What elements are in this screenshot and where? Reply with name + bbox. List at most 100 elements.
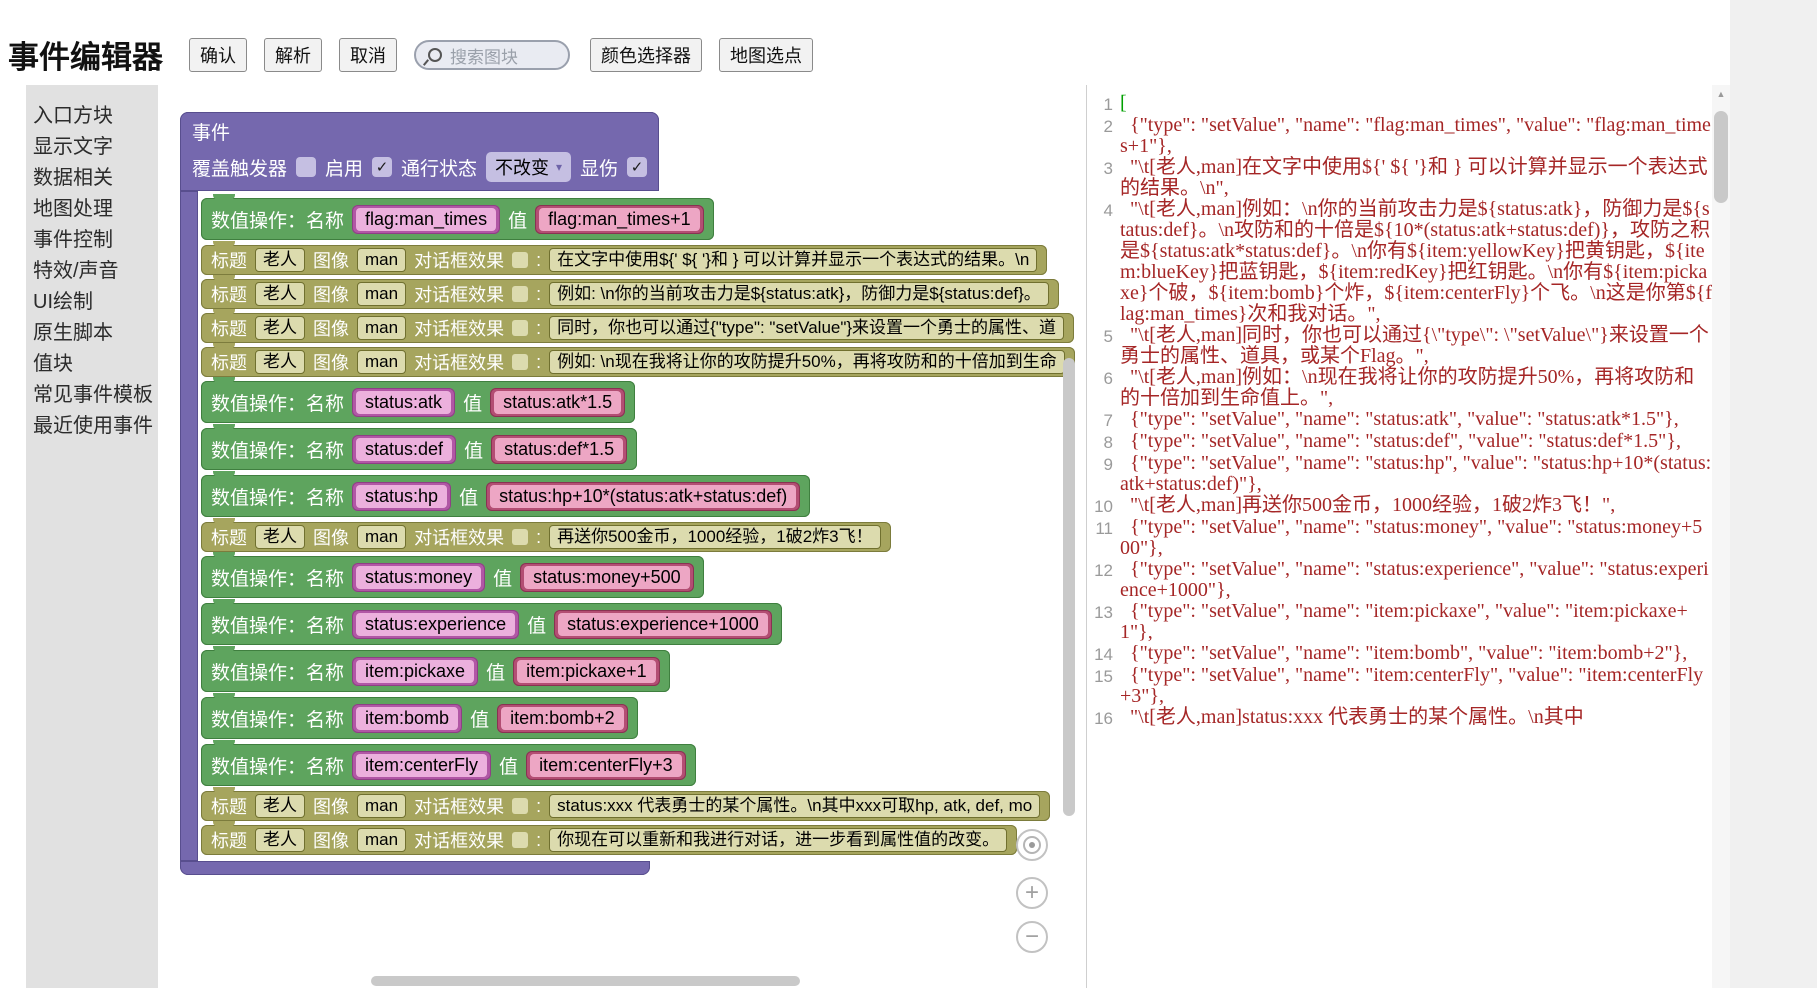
block-text-row[interactable]: 标题老人图像man对话框效果:你现在可以重新和我进行对话，进一步看到属性值的改变… [201, 825, 1017, 855]
pass-state-dropdown[interactable]: 不改变 ▾ [486, 152, 571, 182]
name-field[interactable]: status:hp [352, 482, 451, 511]
name-field[interactable]: status:money [352, 563, 485, 592]
text-field[interactable]: 同时，你也可以通过{"type": "setValue"}来设置一个勇士的属性、… [549, 316, 1064, 340]
value-field[interactable]: flag:man_times+1 [535, 205, 704, 234]
name-field[interactable]: flag:man_times [352, 205, 500, 234]
scroll-up-icon[interactable]: ▲ [1712, 85, 1730, 103]
sidebar-item[interactable]: 最近使用事件 [26, 411, 158, 442]
name-field[interactable]: item:pickaxe [352, 657, 478, 686]
title-field[interactable]: 老人 [255, 350, 305, 374]
line-number: 6 [1087, 367, 1120, 409]
block-text-row[interactable]: 标题老人图像man对话框效果:再送你500金币，1000经验，1破2炸3飞！ [201, 522, 891, 552]
value-field[interactable]: status:hp+10*(status:atk+status:def) [486, 482, 800, 511]
cancel-button[interactable]: 取消 [339, 38, 397, 72]
minus-icon: − [1025, 923, 1039, 951]
event-block[interactable]: 事件 覆盖触发器 启用 ✓ 通行状态 不改变 ▾ 显伤 ✓ 数值操作：名称fla… [180, 112, 1075, 875]
name-field-text: status:atk [356, 391, 451, 414]
text-field[interactable]: 例如: \n你的当前攻击力是${status:atk}，防御力是${status… [549, 282, 1049, 306]
block-setvalue-row[interactable]: 数值操作：名称item:bomb值item:bomb+2 [201, 697, 638, 739]
block-setvalue-row[interactable]: 数值操作：名称status:hp值status:hp+10*(status:at… [201, 475, 810, 517]
sidebar-item[interactable]: 事件控制 [26, 225, 158, 256]
block-text-row[interactable]: 标题老人图像man对话框效果:status:xxx 代表勇士的某个属性。\n其中… [201, 791, 1050, 821]
dialog-effect-checkbox[interactable] [512, 320, 528, 336]
text-field[interactable]: 在文字中使用${' ${ '}和 } 可以计算并显示一个表达式的结果。\n [549, 248, 1037, 272]
title-field[interactable]: 老人 [255, 316, 305, 340]
sidebar-item[interactable]: 入口方块 [26, 101, 158, 132]
title-field[interactable]: 老人 [255, 282, 305, 306]
block-workspace[interactable]: 事件 覆盖触发器 启用 ✓ 通行状态 不改变 ▾ 显伤 ✓ 数值操作：名称fla… [158, 85, 1086, 988]
dialog-effect-checkbox[interactable] [512, 529, 528, 545]
block-text-row[interactable]: 标题老人图像man对话框效果:同时，你也可以通过{"type": "setVal… [201, 313, 1074, 343]
show-damage-checkbox[interactable]: ✓ [627, 157, 647, 177]
block-setvalue-row[interactable]: 数值操作：名称item:pickaxe值item:pickaxe+1 [201, 650, 670, 692]
map-pick-button[interactable]: 地图选点 [719, 38, 813, 72]
name-field[interactable]: item:centerFly [352, 751, 491, 780]
image-field[interactable]: man [357, 350, 406, 374]
event-block-header[interactable]: 事件 覆盖触发器 启用 ✓ 通行状态 不改变 ▾ 显伤 ✓ [180, 112, 659, 191]
dialog-effect-checkbox[interactable] [512, 798, 528, 814]
zoom-reset-button[interactable] [1016, 829, 1048, 861]
sidebar-item[interactable]: 数据相关 [26, 163, 158, 194]
value-field[interactable]: status:atk*1.5 [490, 388, 625, 417]
block-text-row[interactable]: 标题老人图像man对话框效果:例如: \n你的当前攻击力是${status:at… [201, 279, 1059, 309]
canvas-horizontal-scrollbar[interactable] [371, 976, 800, 986]
code-editor[interactable]: 1[2 {"type": "setValue", "name": "flag:m… [1086, 85, 1730, 988]
parse-button[interactable]: 解析 [264, 38, 322, 72]
value-field[interactable]: item:pickaxe+1 [513, 657, 660, 686]
sidebar-item[interactable]: 原生脚本 [26, 318, 158, 349]
sidebar-item[interactable]: 常见事件模板 [26, 380, 158, 411]
text-field[interactable]: 再送你500金币，1000经验，1破2炸3飞！ [549, 525, 881, 549]
sidebar-item[interactable]: 显示文字 [26, 132, 158, 163]
value-field[interactable]: status:experience+1000 [554, 610, 772, 639]
color-picker-button[interactable]: 颜色选择器 [590, 38, 702, 72]
text-field[interactable]: status:xxx 代表勇士的某个属性。\n其中xxx可取hp, atk, d… [549, 794, 1040, 818]
zoom-in-button[interactable]: + [1016, 877, 1048, 909]
confirm-button[interactable]: 确认 [189, 38, 247, 72]
block-setvalue-row[interactable]: 数值操作：名称flag:man_times值flag:man_times+1 [201, 198, 714, 240]
code-lines[interactable]: 1[2 {"type": "setValue", "name": "flag:m… [1087, 93, 1712, 988]
name-field[interactable]: item:bomb [352, 704, 462, 733]
image-field[interactable]: man [357, 828, 406, 852]
name-field[interactable]: status:experience [352, 610, 519, 639]
title-field[interactable]: 老人 [255, 525, 305, 549]
image-field[interactable]: man [357, 316, 406, 340]
block-setvalue-row[interactable]: 数值操作：名称status:def值status:def*1.5 [201, 428, 637, 470]
block-setvalue-row[interactable]: 数值操作：名称item:centerFly值item:centerFly+3 [201, 744, 696, 786]
value-field[interactable]: status:def*1.5 [491, 435, 627, 464]
sidebar-item[interactable]: 值块 [26, 349, 158, 380]
image-field[interactable]: man [357, 282, 406, 306]
dialog-effect-checkbox[interactable] [512, 252, 528, 268]
block-setvalue-row[interactable]: 数值操作：名称status:money值status:money+500 [201, 556, 704, 598]
name-field[interactable]: status:def [352, 435, 456, 464]
title-field[interactable]: 老人 [255, 248, 305, 272]
image-field[interactable]: man [357, 525, 406, 549]
block-setvalue-row[interactable]: 数值操作：名称status:atk值status:atk*1.5 [201, 381, 635, 423]
title-field[interactable]: 老人 [255, 828, 305, 852]
value-field[interactable]: item:centerFly+3 [526, 751, 686, 780]
text-field[interactable]: 例如: \n现在我将让你的攻防提升50%，再将攻防和的十倍加到生命 [549, 350, 1065, 374]
zoom-out-button[interactable]: − [1016, 921, 1048, 953]
dialog-effect-checkbox[interactable] [512, 354, 528, 370]
editor-scrollbar-thumb[interactable] [1714, 111, 1728, 203]
dialog-effect-checkbox[interactable] [512, 286, 528, 302]
dialog-effect-checkbox[interactable] [512, 832, 528, 848]
sidebar-item[interactable]: UI绘制 [26, 287, 158, 318]
sidebar-item[interactable]: 特效/声音 [26, 256, 158, 287]
search-input[interactable]: 搜索图块 [414, 40, 570, 70]
canvas-vertical-scrollbar[interactable] [1063, 358, 1075, 816]
override-trigger-checkbox[interactable] [296, 157, 316, 177]
text-field[interactable]: 你现在可以重新和我进行对话，进一步看到属性值的改变。 [549, 828, 1007, 852]
chevron-down-icon: ▾ [556, 160, 562, 174]
editor-scrollbar[interactable]: ▲ [1712, 85, 1730, 988]
name-field[interactable]: status:atk [352, 388, 455, 417]
image-field[interactable]: man [357, 794, 406, 818]
sidebar-item[interactable]: 地图处理 [26, 194, 158, 225]
image-field[interactable]: man [357, 248, 406, 272]
enabled-checkbox[interactable]: ✓ [372, 157, 392, 177]
title-field[interactable]: 老人 [255, 794, 305, 818]
block-setvalue-row[interactable]: 数值操作：名称status:experience值status:experien… [201, 603, 782, 645]
block-text-row[interactable]: 标题老人图像man对话框效果:在文字中使用${' ${ '}和 } 可以计算并显… [201, 245, 1047, 275]
value-field[interactable]: status:money+500 [520, 563, 694, 592]
value-field[interactable]: item:bomb+2 [497, 704, 628, 733]
block-text-row[interactable]: 标题老人图像man对话框效果:例如: \n现在我将让你的攻防提升50%，再将攻防… [201, 347, 1075, 377]
